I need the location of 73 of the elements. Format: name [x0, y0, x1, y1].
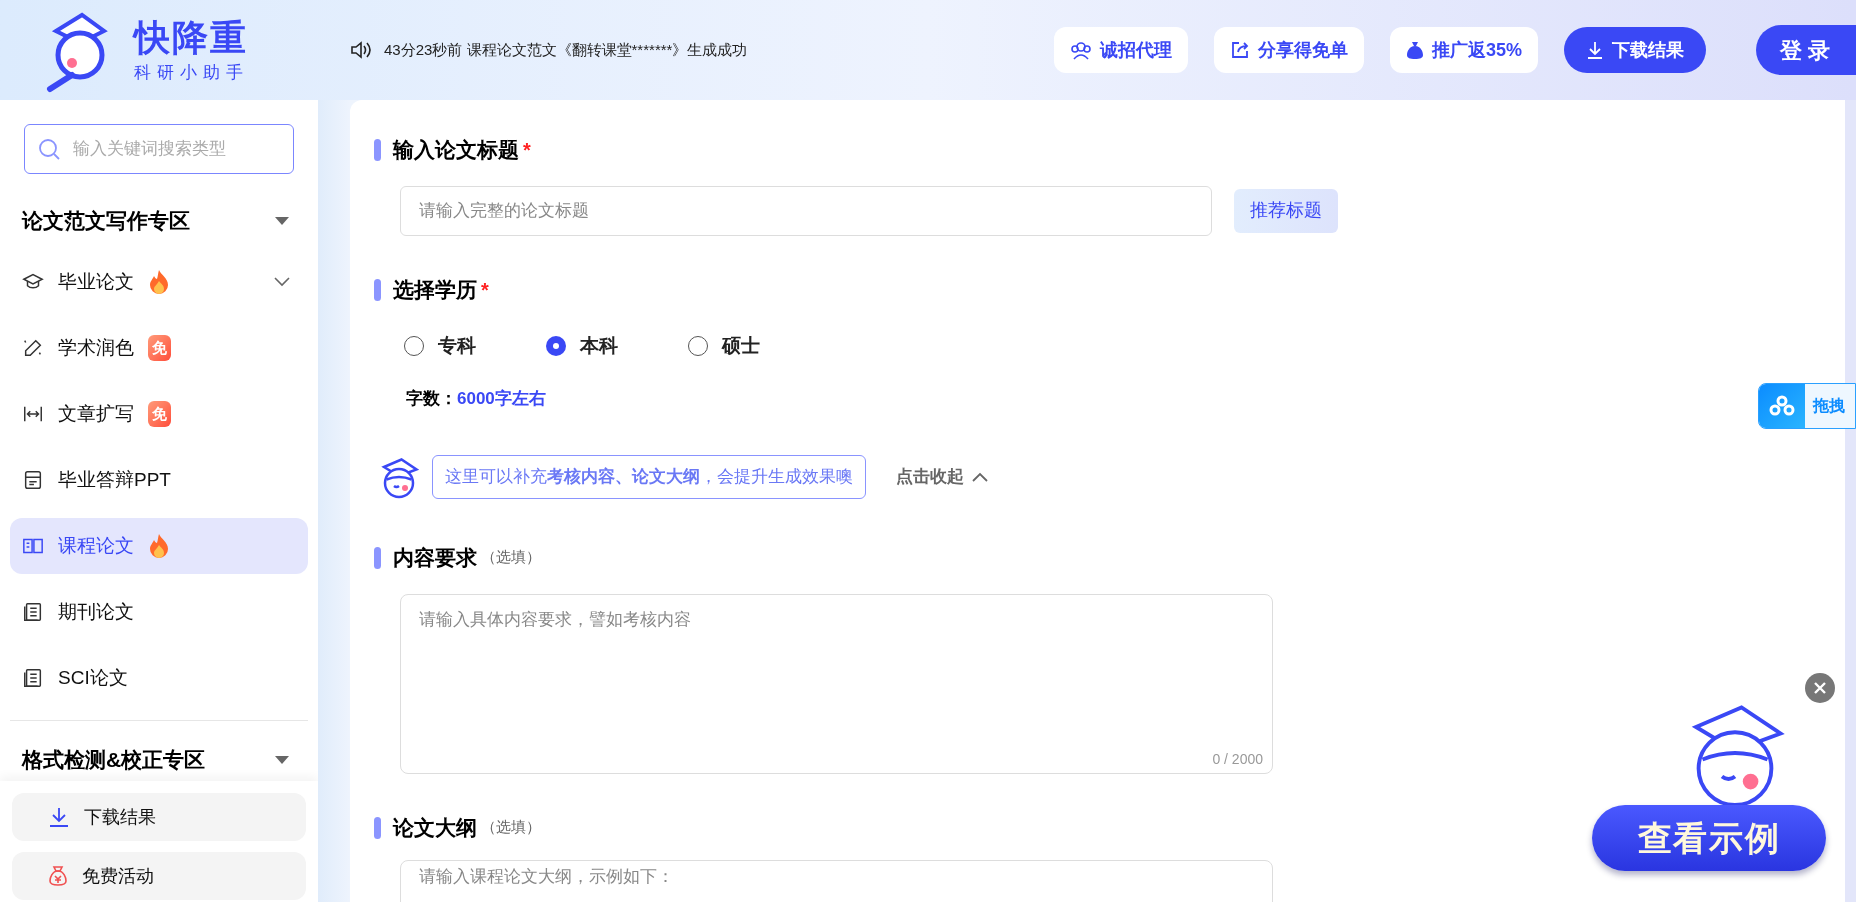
- sidebar-item[interactable]: 期刊论文: [10, 584, 308, 640]
- education-radio[interactable]: 本科: [546, 331, 618, 360]
- header-action-button[interactable]: 推广返35%: [1389, 27, 1538, 73]
- outline-textarea[interactable]: 请输入课程论文大纲，示例如下：: [400, 859, 1273, 902]
- word-count-label: 字数：: [406, 388, 457, 410]
- education-radio[interactable]: 专科: [404, 331, 476, 360]
- people-icon: [1069, 40, 1092, 60]
- section-title: 内容要求: [393, 544, 477, 571]
- section-marker: [374, 546, 381, 569]
- item-label: SCI论文: [58, 665, 128, 690]
- section-marker: [374, 138, 381, 161]
- section-header[interactable]: 格式检测&校正专区: [10, 733, 308, 781]
- caret-icon: [274, 755, 290, 765]
- brand-name: 快降重: [134, 15, 249, 60]
- speaker-icon: [350, 40, 372, 60]
- item-label: 文章扩写: [58, 401, 134, 426]
- search-icon: [38, 138, 60, 160]
- char-counter: 0 / 2000: [1212, 749, 1263, 769]
- money-bag-icon: [1405, 40, 1424, 60]
- notice-text: 43分23秒前 课程论文范文《翻转课堂*******》生成成功: [384, 39, 748, 60]
- item-label: 毕业答辩PPT: [58, 467, 171, 492]
- suggest-title-button[interactable]: 推荐标题: [1234, 188, 1338, 233]
- sidebar-item[interactable]: SCI论文: [10, 650, 308, 706]
- section-title: 选择学历: [393, 276, 477, 303]
- sidebar-item[interactable]: 毕业答辩PPT: [10, 452, 308, 508]
- title-input[interactable]: 请输入完整的论文标题: [400, 185, 1212, 236]
- brand-slogan: 科研小助手: [134, 61, 249, 84]
- item-label: 课程论文: [58, 533, 134, 558]
- journal-icon: [22, 601, 44, 623]
- chevron-up-icon: [972, 471, 988, 482]
- section-title: 论文大纲: [393, 814, 477, 841]
- close-icon: [1814, 682, 1826, 694]
- section-title: 格式检测&校正专区: [22, 747, 206, 774]
- required-mark: *: [523, 137, 531, 163]
- free-badge: 免: [148, 401, 171, 427]
- header-action-button[interactable]: 诚招代理: [1053, 27, 1188, 73]
- ppt-file-icon: [22, 469, 44, 491]
- download-icon: [48, 806, 70, 828]
- sidebar-item[interactable]: 课程论文: [10, 518, 308, 574]
- section-title: 输入论文标题: [393, 137, 519, 163]
- magic-pen-icon: [22, 337, 44, 359]
- sidebar-bottom-button[interactable]: 下载结果: [12, 793, 306, 841]
- sidebar-bottom-button[interactable]: 免费活动: [12, 852, 306, 900]
- free-badge: 免: [148, 335, 171, 361]
- sidebar-item[interactable]: 毕业论文: [10, 254, 308, 310]
- item-label: 学术润色: [58, 335, 134, 360]
- sidebar-item[interactable]: 学术润色 免: [10, 320, 308, 376]
- share-icon: [1229, 40, 1250, 60]
- download-icon: [1586, 40, 1604, 60]
- item-label: 毕业论文: [58, 269, 134, 294]
- section-marker: [374, 816, 381, 839]
- collapse-toggle[interactable]: 点击收起: [896, 463, 988, 490]
- drag-tab-label: 拖拽: [1811, 396, 1845, 416]
- money-bag-icon: [48, 865, 68, 887]
- section-title: 论文范文写作专区: [22, 208, 190, 235]
- view-example-button[interactable]: 查看示例: [1592, 805, 1826, 871]
- sidebar-item[interactable]: 文章扩写 免: [10, 386, 308, 442]
- required-mark: *: [481, 277, 489, 303]
- cloud-icon: [1769, 395, 1795, 417]
- optional-note: （选填）: [481, 817, 541, 838]
- search-field[interactable]: 输入关键词搜索类型: [24, 124, 294, 174]
- optional-note: （选填）: [481, 547, 541, 568]
- section-header[interactable]: 论文范文写作专区: [10, 194, 308, 248]
- word-count-value: 6000字左右: [457, 388, 546, 410]
- education-radio[interactable]: 硕士: [688, 331, 760, 360]
- caret-icon: [274, 216, 290, 226]
- tip-bubble: 这里可以补充考核内容、论文大纲，会提升生成效果噢: [432, 454, 866, 499]
- item-label: 期刊论文: [58, 599, 134, 624]
- section-marker: [374, 278, 381, 301]
- header-action-button[interactable]: 下载结果: [1564, 27, 1706, 73]
- login-button[interactable]: 登 录: [1756, 25, 1856, 75]
- journal-icon: [22, 667, 44, 689]
- header-action-button[interactable]: 分享得免单: [1213, 27, 1364, 73]
